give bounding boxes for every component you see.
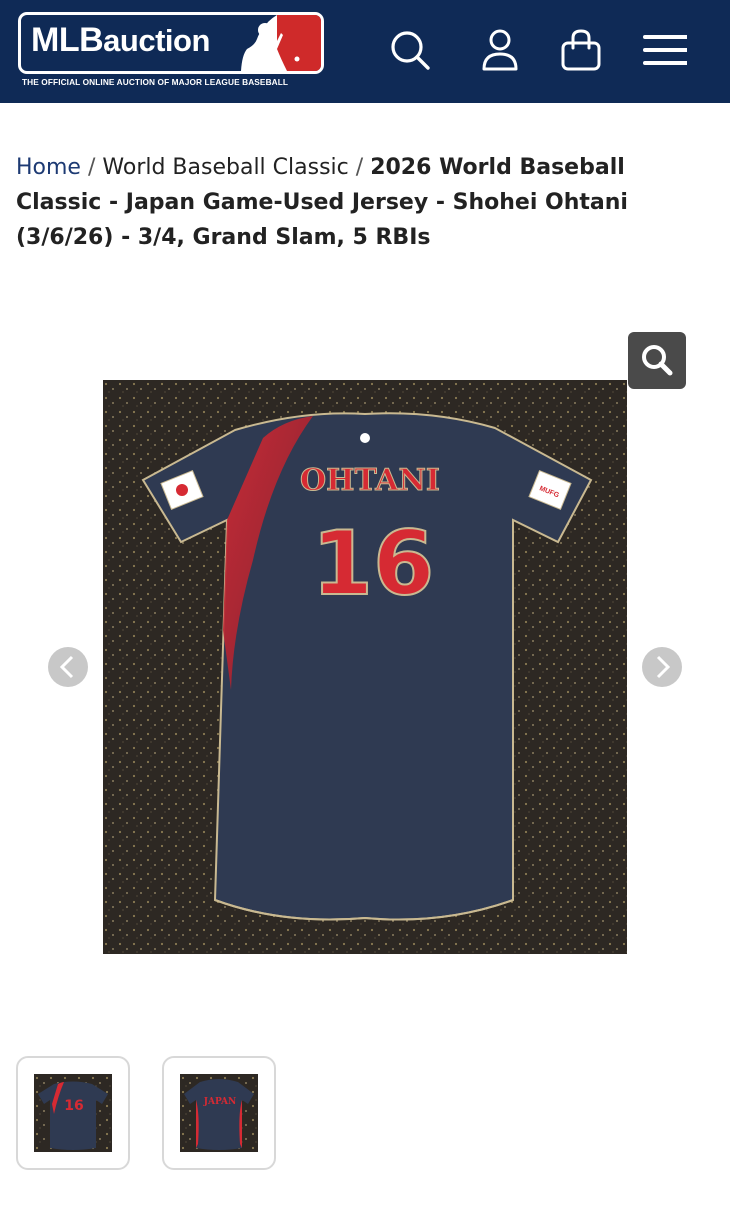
thumbnail-back[interactable]: 16 <box>16 1056 130 1170</box>
zoom-button[interactable] <box>628 332 686 389</box>
account-icon[interactable] <box>478 28 522 72</box>
zoom-icon <box>642 345 673 376</box>
thumbnail-image: JAPAN <box>180 1074 258 1152</box>
product-main-image[interactable]: MUFG OHTANI 16 <box>103 380 627 954</box>
breadcrumb-category-link[interactable]: World Baseball Classic <box>102 155 348 180</box>
thumbnail-jersey-text: 16 <box>64 1098 83 1114</box>
cart-icon[interactable] <box>559 28 603 72</box>
menu-icon[interactable] <box>643 28 687 72</box>
search-icon[interactable] <box>388 28 432 72</box>
breadcrumb: Home / World Baseball Classic / 2026 Wor… <box>16 150 676 255</box>
jersey-number-text: 16 <box>312 512 434 615</box>
mlb-auction-logo[interactable]: MLBauction <box>18 12 324 74</box>
mlb-batter-logo-icon <box>237 15 321 71</box>
previous-image-button[interactable] <box>48 647 88 687</box>
logo-wordmark: MLBauction <box>31 21 210 59</box>
next-image-button[interactable] <box>642 647 682 687</box>
chevron-right-icon <box>656 655 671 679</box>
jersey-back-photo: MUFG OHTANI 16 <box>103 380 627 954</box>
site-header: MLBauction THE OFFICIAL ONLINE AUCTION O… <box>0 0 730 103</box>
breadcrumb-home-link[interactable]: Home <box>16 155 81 180</box>
breadcrumb-separator: / <box>355 155 364 180</box>
thumbnail-jersey-text: JAPAN <box>203 1097 237 1107</box>
thumbnail-image: 16 <box>34 1074 112 1152</box>
jersey-name-text: OHTANI <box>300 463 440 498</box>
breadcrumb-separator: / <box>87 155 96 180</box>
thumbnail-front[interactable]: JAPAN <box>162 1056 276 1170</box>
chevron-left-icon <box>59 655 74 679</box>
logo-tagline: THE OFFICIAL ONLINE AUCTION OF MAJOR LEA… <box>22 77 289 87</box>
